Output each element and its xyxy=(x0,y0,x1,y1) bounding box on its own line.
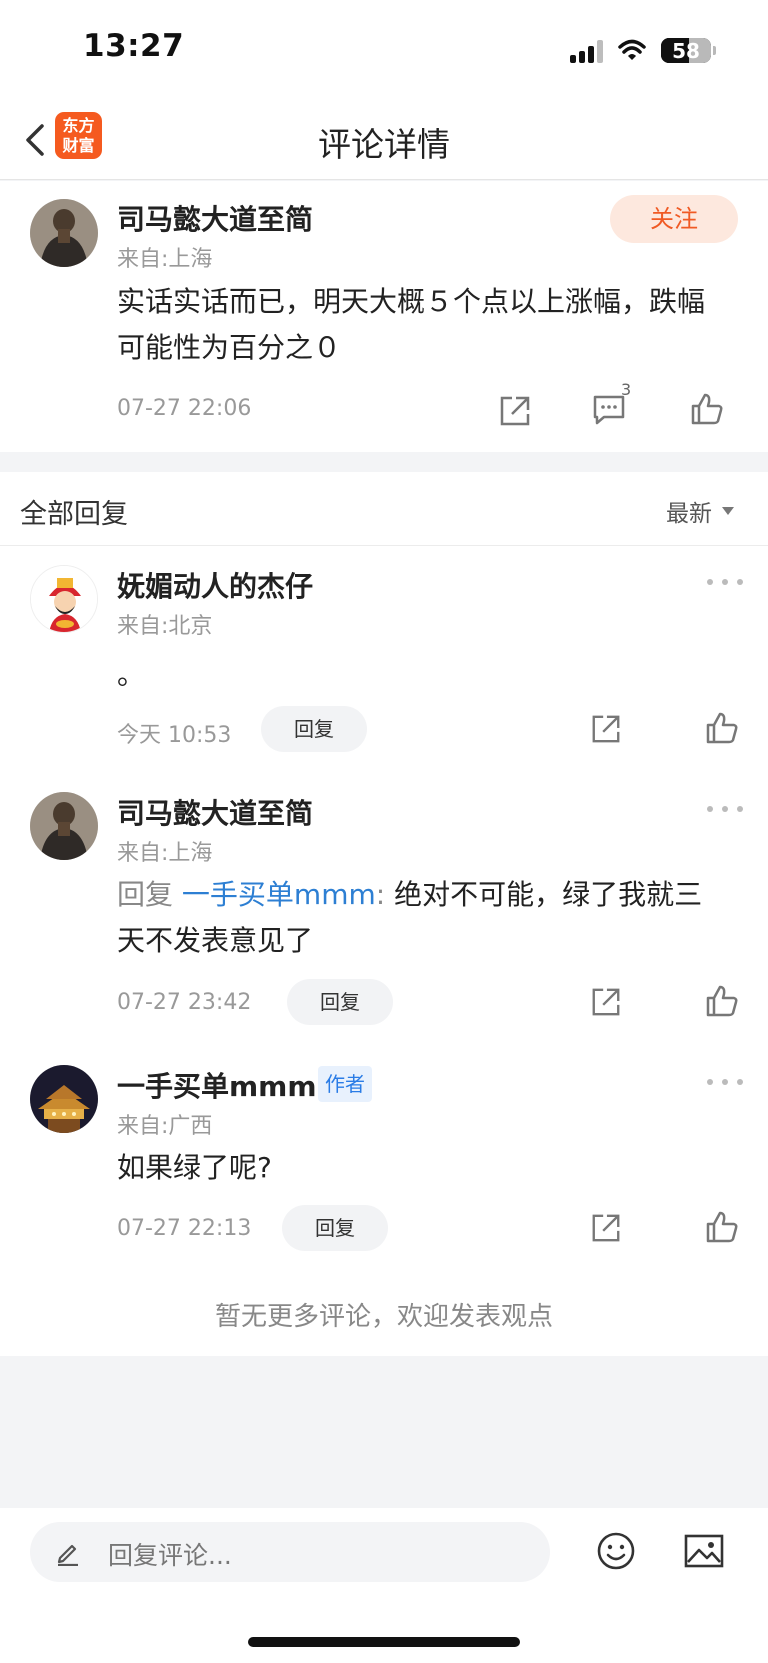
battery-level: 58 xyxy=(672,38,700,63)
more-icon[interactable] xyxy=(707,1077,743,1087)
reply-time: 今天 10:53 xyxy=(117,723,232,748)
comment-location: 来自:上海 xyxy=(117,247,213,272)
sort-dropdown[interactable]: 最新 xyxy=(666,494,734,528)
pencil-icon xyxy=(57,1544,78,1566)
like-icon[interactable] xyxy=(705,1210,739,1244)
battery-icon: 58 xyxy=(661,38,711,63)
reply-text-block: 回复 一手买单mmm: 绝对不可能，绿了我就三天不发表意见了 xyxy=(117,872,727,964)
wifi-icon xyxy=(618,39,646,60)
replies-header: 全部回复 最新 xyxy=(0,472,768,546)
reply-button[interactable]: 回复 xyxy=(261,706,367,752)
comment-count: 3 xyxy=(621,380,632,399)
comment-time: 07-27 22:06 xyxy=(117,396,252,421)
author-badge: 作者 xyxy=(318,1066,372,1102)
reply-button[interactable]: 回复 xyxy=(282,1205,388,1251)
avatar[interactable] xyxy=(30,199,98,267)
reply-input-placeholder: 回复评论... xyxy=(108,1541,232,1570)
reply-author[interactable]: 司马懿大道至简 xyxy=(117,792,313,832)
home-indicator xyxy=(248,1637,520,1647)
like-icon[interactable] xyxy=(705,711,739,745)
caret-down-icon xyxy=(722,507,734,515)
more-icon[interactable] xyxy=(707,577,743,587)
reply-author[interactable]: 妩媚动人的杰仔 xyxy=(117,565,313,605)
reply-location: 来自:北京 xyxy=(117,614,213,639)
comment-author[interactable]: 司马懿大道至简 xyxy=(117,198,313,238)
emoji-icon[interactable] xyxy=(596,1531,636,1571)
image-icon[interactable] xyxy=(683,1532,725,1570)
reply-input[interactable]: 回复评论... xyxy=(30,1522,550,1582)
status-bar: 13:27 58 xyxy=(0,0,768,100)
avatar[interactable] xyxy=(30,1065,98,1133)
reply-separator: : xyxy=(375,878,386,911)
reply-to-user-link[interactable]: 一手买单mmm xyxy=(182,878,376,911)
page-title: 评论详情 xyxy=(318,125,450,164)
reply-time: 07-27 22:13 xyxy=(117,1216,252,1241)
avatar[interactable] xyxy=(30,565,98,633)
status-time: 13:27 xyxy=(83,28,185,64)
cellular-signal-icon xyxy=(570,39,603,63)
sort-label: 最新 xyxy=(666,501,712,527)
no-more-comments-note: 暂无更多评论，欢迎发表观点 xyxy=(214,1302,553,1332)
share-icon[interactable] xyxy=(590,713,622,745)
replies-title: 全部回复 xyxy=(20,499,128,530)
avatar[interactable] xyxy=(30,792,98,860)
reply-time: 07-27 23:42 xyxy=(117,990,252,1015)
more-icon[interactable] xyxy=(707,804,743,814)
reply-text: 如果绿了呢? xyxy=(117,1151,272,1184)
reply-text: 。 xyxy=(117,658,146,691)
share-icon[interactable] xyxy=(498,394,532,428)
share-icon[interactable] xyxy=(590,986,622,1018)
reply-prefix: 回复 xyxy=(117,878,174,911)
share-icon[interactable] xyxy=(590,1212,622,1244)
follow-button[interactable]: 关注 xyxy=(610,195,738,243)
like-icon[interactable] xyxy=(690,392,724,426)
comment-text: 实话实话而已，明天大概５个点以上涨幅，跌幅可能性为百分之０ xyxy=(117,285,706,364)
reply-location: 来自:上海 xyxy=(117,841,213,866)
reply-button[interactable]: 回复 xyxy=(287,979,393,1025)
reply-author[interactable]: 一手买单mmm xyxy=(117,1065,317,1105)
reply-location: 来自:广西 xyxy=(117,1114,213,1139)
like-icon[interactable] xyxy=(705,984,739,1018)
